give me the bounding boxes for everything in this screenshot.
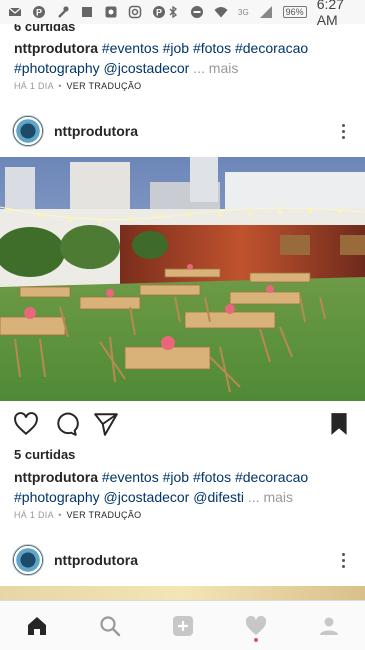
svg-text:P: P [156, 8, 162, 18]
pinterest-icon: P [152, 5, 166, 19]
battery-level: 96% [282, 6, 307, 18]
home-icon[interactable] [15, 604, 59, 648]
add-post-icon[interactable] [161, 604, 205, 648]
square-icon [80, 5, 94, 19]
profile-icon[interactable] [307, 604, 351, 648]
wifi-icon [214, 5, 228, 19]
caption-username[interactable]: nttprodutora [14, 469, 98, 485]
more-options-icon[interactable] [333, 550, 353, 570]
hashtag[interactable]: #job [163, 40, 189, 56]
svg-text:P: P [36, 8, 42, 18]
post-username[interactable]: nttprodutora [54, 552, 333, 568]
post-previous-meta: HÁ 1 DIA • VER TRADUÇÃO [0, 81, 141, 91]
post-header: nttprodutora [0, 107, 365, 155]
like-heart-icon[interactable] [12, 410, 40, 438]
hashtag[interactable]: #fotos [193, 40, 231, 56]
avatar[interactable] [12, 115, 44, 147]
post-previous-caption: nttprodutora #eventos #job #fotos #decor… [0, 38, 365, 78]
hashtag[interactable]: #photography [14, 60, 100, 76]
outdoor-event-tables-photo [0, 157, 365, 401]
post-likes[interactable]: 5 curtidas [0, 447, 75, 462]
search-icon[interactable] [88, 604, 132, 648]
post-username[interactable]: nttprodutora [54, 123, 333, 139]
hashtag[interactable]: #fotos [193, 469, 231, 485]
share-send-icon[interactable] [92, 410, 120, 438]
hashtag[interactable]: #decoracao [235, 469, 308, 485]
post-meta: HÁ 1 DIA • VER TRADUÇÃO [0, 510, 141, 520]
wrench-icon [56, 5, 70, 19]
meta-separator: • [58, 510, 62, 520]
caption-username[interactable]: nttprodutora [14, 40, 98, 56]
more-link[interactable]: ... mais [193, 60, 238, 76]
hashtag[interactable]: #decoracao [235, 40, 308, 56]
signal-icon [259, 5, 273, 19]
hashtag[interactable]: #photography [14, 489, 100, 505]
comment-icon[interactable] [52, 410, 80, 438]
post-previous-likes[interactable]: 6 curtidas [0, 24, 75, 35]
more-link[interactable]: ... mais [248, 489, 293, 505]
feed[interactable]: 6 curtidas nttprodutora #eventos #job #f… [0, 24, 365, 610]
post-caption: nttprodutora #eventos #job #fotos #decor… [0, 467, 365, 507]
see-translation-link[interactable]: VER TRADUÇÃO [67, 510, 142, 520]
mention[interactable]: @difesti [193, 489, 244, 505]
notification-dot [253, 637, 258, 642]
mention[interactable]: @jcostadecor [104, 60, 190, 76]
bluetooth-icon [166, 5, 180, 19]
mail-icon [8, 5, 22, 19]
post-actions [0, 404, 365, 444]
post-photo[interactable] [0, 157, 365, 401]
hashtag[interactable]: #job [163, 469, 189, 485]
avatar[interactable] [12, 544, 44, 576]
timestamp: HÁ 1 DIA [14, 81, 54, 91]
timestamp: HÁ 1 DIA [14, 510, 54, 520]
hashtag[interactable]: #eventos [102, 469, 159, 485]
network-type: 3G [238, 7, 249, 17]
hashtag[interactable]: #eventos [102, 40, 159, 56]
see-translation-link[interactable]: VER TRADUÇÃO [67, 81, 142, 91]
bottom-navigation [0, 600, 365, 650]
instagram-icon [128, 5, 142, 19]
meta-separator: • [58, 81, 62, 91]
activity-heart-icon[interactable] [234, 604, 278, 648]
more-options-icon[interactable] [333, 121, 353, 141]
bookmark-icon[interactable] [325, 410, 353, 438]
status-bar-left-icons: P P [8, 5, 166, 19]
minus-circle-icon [190, 5, 204, 19]
next-post-header: nttprodutora [0, 536, 365, 584]
mention[interactable]: @jcostadecor [104, 489, 190, 505]
pinterest-icon: P [32, 5, 46, 19]
image-icon [104, 5, 118, 19]
status-bar: P P 3G 96% 6:27 AM [0, 0, 365, 28]
